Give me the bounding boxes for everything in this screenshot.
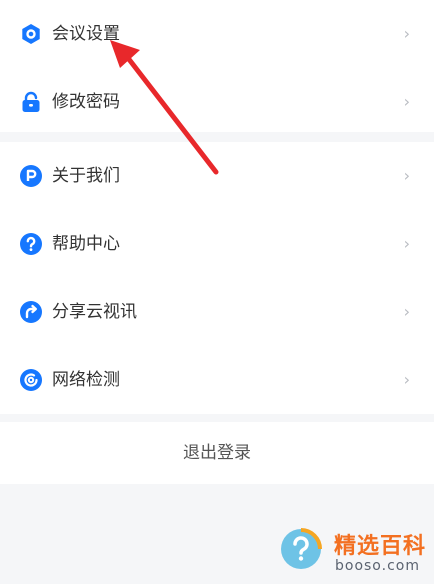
watermark-url: booso.com (335, 558, 420, 574)
watermark-text: 精选百科 (334, 534, 427, 559)
annotation-arrow (110, 40, 219, 175)
watermark-logo-icon (281, 528, 322, 569)
